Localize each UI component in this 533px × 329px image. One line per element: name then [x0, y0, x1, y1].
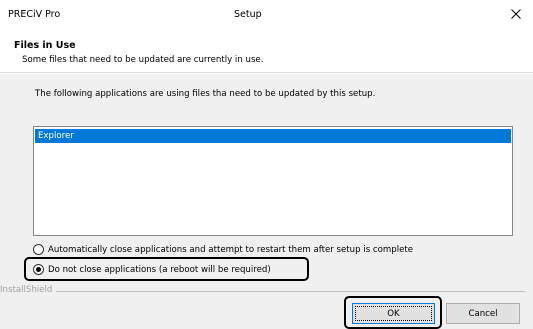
installshield-label: InstallShield	[0, 285, 57, 295]
auto-close-label: Automatically close applications and att…	[48, 244, 414, 255]
description-text: The following applications are using fil…	[35, 89, 376, 99]
no-close-highlight	[24, 257, 309, 281]
list-item[interactable]: Explorer	[35, 129, 511, 143]
close-icon	[511, 8, 521, 22]
footer-divider	[45, 291, 525, 292]
app-name: PRECiV Pro	[8, 9, 61, 20]
header-title: Files in Use	[14, 40, 76, 51]
auto-close-option[interactable]: Automatically close applications and att…	[33, 244, 413, 255]
window-title: Setup	[234, 9, 262, 20]
cancel-button-label: Cancel	[468, 308, 498, 319]
close-button[interactable]	[499, 0, 533, 30]
header-subtitle: Some files that need to be updated are c…	[22, 55, 264, 65]
title-bar: PRECiV Pro Setup	[0, 0, 533, 30]
ok-highlight	[344, 296, 442, 329]
dialog-header: Files in Use Some files that need to be …	[0, 30, 533, 73]
cancel-button[interactable]: Cancel	[446, 303, 520, 324]
applications-listbox[interactable]: Explorer	[33, 126, 513, 236]
auto-close-radio[interactable]	[33, 244, 44, 255]
